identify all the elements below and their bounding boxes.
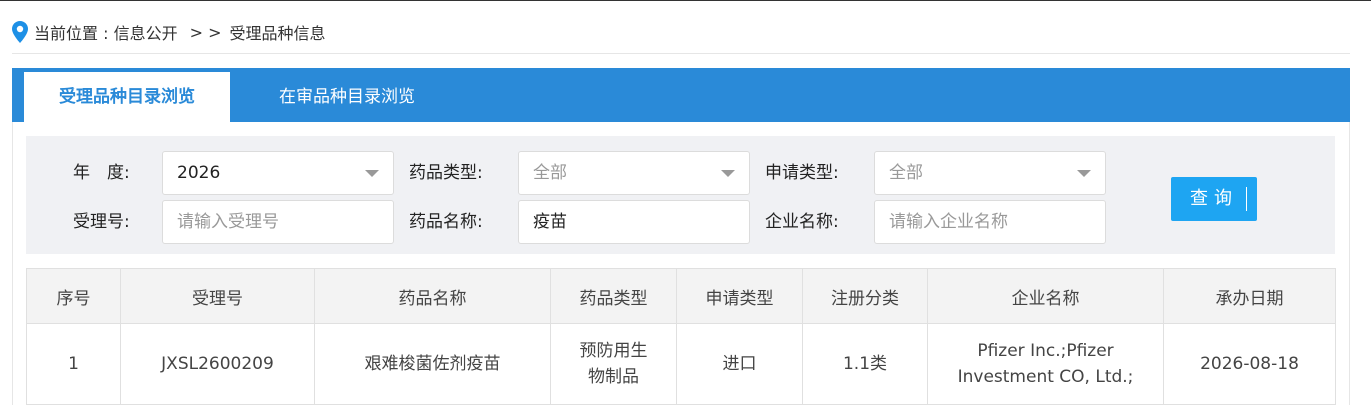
query-button[interactable]: 查询	[1171, 177, 1257, 221]
chevron-down-icon	[1077, 170, 1091, 177]
apply-type-label: 申请类型:	[765, 163, 839, 183]
cell-reg-class: 1.1类	[802, 323, 928, 405]
table-header-row: 序号 受理号 药品名称 药品类型 申请类型 注册分类 企业名称 承办日期	[26, 268, 1336, 324]
drug-type-select[interactable]: 全部	[518, 151, 750, 195]
cell-index: 1	[26, 323, 121, 405]
location-pin-icon	[12, 21, 28, 43]
drug-type-label: 药品类型:	[409, 163, 483, 183]
accept-no-input[interactable]: 请输入受理号	[162, 200, 394, 244]
header-reg-class: 注册分类	[802, 268, 928, 324]
accept-no-label: 受理号:	[73, 212, 130, 232]
tab-under-review-catalog[interactable]: 在审品种目录浏览	[230, 72, 464, 122]
tab-accepted-catalog[interactable]: 受理品种目录浏览	[24, 72, 230, 122]
breadcrumb-current: 受理品种信息	[229, 24, 326, 43]
drug-name-input[interactable]: 疫苗	[518, 200, 750, 244]
year-select-value: 2026	[177, 163, 221, 183]
header-drug-name: 药品名称	[314, 268, 551, 324]
results-table: 序号 受理号 药品名称 药品类型 申请类型 注册分类 企业名称 承办日期 1 J…	[26, 268, 1336, 405]
breadcrumb: 当前位置 : 信息公开 > > 受理品种信息	[12, 20, 326, 44]
drug-type-select-value: 全部	[533, 163, 567, 183]
cell-drug-type: 预防用生物制品	[550, 323, 677, 405]
top-border	[0, 0, 1371, 1]
button-divider	[1246, 187, 1247, 211]
header-accept-no: 受理号	[120, 268, 315, 324]
drug-name-label: 药品名称:	[409, 212, 483, 232]
cell-apply-type: 进口	[676, 323, 803, 405]
company-input[interactable]: 请输入企业名称	[874, 200, 1106, 244]
year-select[interactable]: 2026	[162, 151, 394, 195]
cell-accept-no: JXSL2600209	[120, 323, 315, 405]
header-drug-type: 药品类型	[550, 268, 677, 324]
breadcrumb-prefix[interactable]: 当前位置 : 信息公开	[34, 20, 178, 44]
tab-bar: 受理品种目录浏览 在审品种目录浏览	[12, 68, 1350, 122]
header-date: 承办日期	[1163, 268, 1336, 324]
cell-company: Pfizer Inc.;Pfizer Investment CO, Ltd.;	[927, 323, 1164, 405]
header-company: 企业名称	[927, 268, 1164, 324]
chevron-down-icon	[721, 170, 735, 177]
query-button-label: 查询	[1190, 188, 1238, 209]
apply-type-select[interactable]: 全部	[874, 151, 1106, 195]
breadcrumb-separator: > >	[189, 22, 222, 42]
cell-drug-name: 艰难梭菌佐剂疫苗	[314, 323, 551, 405]
apply-type-select-value: 全部	[889, 163, 923, 183]
chevron-down-icon	[365, 170, 379, 177]
header-apply-type: 申请类型	[676, 268, 803, 324]
year-label: 年 度:	[73, 163, 130, 183]
table-row[interactable]: 1 JXSL2600209 艰难梭菌佐剂疫苗 预防用生物制品 进口 1.1类 P…	[26, 323, 1336, 405]
company-label: 企业名称:	[765, 212, 839, 232]
breadcrumb-divider	[12, 53, 1350, 54]
header-index: 序号	[26, 268, 121, 324]
cell-date: 2026-08-18	[1163, 323, 1336, 405]
